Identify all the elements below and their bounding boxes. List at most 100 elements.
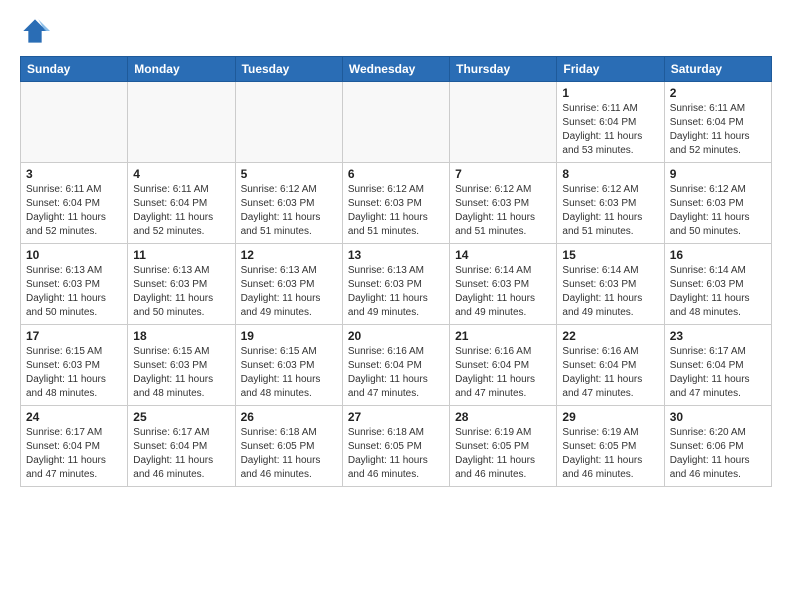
- day-info: Sunrise: 6:14 AM Sunset: 6:03 PM Dayligh…: [562, 264, 658, 320]
- calendar-day-cell: [235, 82, 342, 163]
- calendar-day-cell: 30 Sunrise: 6:20 AM Sunset: 6:06 PM Dayli…: [664, 406, 771, 487]
- weekday-header: Sunday: [21, 57, 128, 82]
- calendar-day-cell: 1 Sunrise: 6:11 AM Sunset: 6:04 PM Daylig…: [557, 82, 664, 163]
- calendar-day-cell: 7 Sunrise: 6:12 AM Sunset: 6:03 PM Daylig…: [450, 163, 557, 244]
- day-info: Sunrise: 6:15 AM Sunset: 6:03 PM Dayligh…: [133, 345, 229, 401]
- day-info: Sunrise: 6:12 AM Sunset: 6:03 PM Dayligh…: [670, 183, 766, 239]
- day-number: 15: [562, 248, 658, 262]
- day-info: Sunrise: 6:16 AM Sunset: 6:04 PM Dayligh…: [348, 345, 444, 401]
- calendar-day-cell: 11 Sunrise: 6:13 AM Sunset: 6:03 PM Dayli…: [128, 244, 235, 325]
- calendar-day-cell: 12 Sunrise: 6:13 AM Sunset: 6:03 PM Dayli…: [235, 244, 342, 325]
- calendar-day-cell: 15 Sunrise: 6:14 AM Sunset: 6:03 PM Dayli…: [557, 244, 664, 325]
- day-number: 22: [562, 329, 658, 343]
- weekday-header: Wednesday: [342, 57, 449, 82]
- day-number: 27: [348, 410, 444, 424]
- day-number: 18: [133, 329, 229, 343]
- day-info: Sunrise: 6:14 AM Sunset: 6:03 PM Dayligh…: [455, 264, 551, 320]
- day-info: Sunrise: 6:12 AM Sunset: 6:03 PM Dayligh…: [348, 183, 444, 239]
- day-number: 13: [348, 248, 444, 262]
- calendar-day-cell: [342, 82, 449, 163]
- day-info: Sunrise: 6:20 AM Sunset: 6:06 PM Dayligh…: [670, 426, 766, 482]
- day-number: 12: [241, 248, 337, 262]
- day-info: Sunrise: 6:16 AM Sunset: 6:04 PM Dayligh…: [455, 345, 551, 401]
- day-number: 7: [455, 167, 551, 181]
- day-info: Sunrise: 6:19 AM Sunset: 6:05 PM Dayligh…: [562, 426, 658, 482]
- calendar-day-cell: 5 Sunrise: 6:12 AM Sunset: 6:03 PM Daylig…: [235, 163, 342, 244]
- day-number: 20: [348, 329, 444, 343]
- day-number: 21: [455, 329, 551, 343]
- calendar-day-cell: 19Sunrise: 6:15 AM Sunset: 6:03 PM Dayli…: [235, 325, 342, 406]
- day-number: 5: [241, 167, 337, 181]
- calendar-day-cell: 17 Sunrise: 6:15 AM Sunset: 6:03 PM Dayli…: [21, 325, 128, 406]
- day-number: 10: [26, 248, 122, 262]
- day-number: 8: [562, 167, 658, 181]
- calendar-day-cell: 13 Sunrise: 6:13 AM Sunset: 6:03 PM Dayli…: [342, 244, 449, 325]
- calendar-day-cell: 27 Sunrise: 6:18 AM Sunset: 6:05 PM Dayli…: [342, 406, 449, 487]
- day-info: Sunrise: 6:19 AM Sunset: 6:05 PM Dayligh…: [455, 426, 551, 482]
- calendar-week-row: 24 Sunrise: 6:17 AM Sunset: 6:04 PM Dayli…: [21, 406, 772, 487]
- calendar-day-cell: 18 Sunrise: 6:15 AM Sunset: 6:03 PM Dayli…: [128, 325, 235, 406]
- logo-icon: [20, 16, 50, 46]
- calendar-day-cell: 21 Sunrise: 6:16 AM Sunset: 6:04 PM Dayli…: [450, 325, 557, 406]
- day-number: 23: [670, 329, 766, 343]
- day-number: 9: [670, 167, 766, 181]
- calendar-day-cell: 2 Sunrise: 6:11 AM Sunset: 6:04 PM Daylig…: [664, 82, 771, 163]
- day-info: Sunrise: 6:11 AM Sunset: 6:04 PM Dayligh…: [133, 183, 229, 239]
- day-info: Sunrise: 6:12 AM Sunset: 6:03 PM Dayligh…: [241, 183, 337, 239]
- header: [20, 16, 772, 46]
- calendar-day-cell: 23 Sunrise: 6:17 AM Sunset: 6:04 PM Dayli…: [664, 325, 771, 406]
- calendar-week-row: 1 Sunrise: 6:11 AM Sunset: 6:04 PM Daylig…: [21, 82, 772, 163]
- day-number: 2: [670, 86, 766, 100]
- day-info: Sunrise: 6:12 AM Sunset: 6:03 PM Dayligh…: [455, 183, 551, 239]
- calendar-day-cell: 6 Sunrise: 6:12 AM Sunset: 6:03 PM Daylig…: [342, 163, 449, 244]
- day-info: Sunrise: 6:11 AM Sunset: 6:04 PM Dayligh…: [26, 183, 122, 239]
- calendar-week-row: 10 Sunrise: 6:13 AM Sunset: 6:03 PM Dayli…: [21, 244, 772, 325]
- calendar-day-cell: 14 Sunrise: 6:14 AM Sunset: 6:03 PM Dayli…: [450, 244, 557, 325]
- calendar-week-row: 3 Sunrise: 6:11 AM Sunset: 6:04 PM Daylig…: [21, 163, 772, 244]
- day-number: 30: [670, 410, 766, 424]
- day-number: 1: [562, 86, 658, 100]
- day-number: 4: [133, 167, 229, 181]
- calendar-day-cell: 9 Sunrise: 6:12 AM Sunset: 6:03 PM Daylig…: [664, 163, 771, 244]
- day-number: 17: [26, 329, 122, 343]
- weekday-header: Tuesday: [235, 57, 342, 82]
- day-number: 26: [241, 410, 337, 424]
- weekday-header: Monday: [128, 57, 235, 82]
- day-info: Sunrise: 6:13 AM Sunset: 6:03 PM Dayligh…: [241, 264, 337, 320]
- calendar-week-row: 17 Sunrise: 6:15 AM Sunset: 6:03 PM Dayli…: [21, 325, 772, 406]
- calendar-day-cell: 8 Sunrise: 6:12 AM Sunset: 6:03 PM Daylig…: [557, 163, 664, 244]
- calendar-day-cell: 25 Sunrise: 6:17 AM Sunset: 6:04 PM Dayli…: [128, 406, 235, 487]
- calendar-day-cell: [128, 82, 235, 163]
- day-info: Sunrise: 6:17 AM Sunset: 6:04 PM Dayligh…: [26, 426, 122, 482]
- calendar-day-cell: [21, 82, 128, 163]
- day-info: Sunrise: 6:16 AM Sunset: 6:04 PM Dayligh…: [562, 345, 658, 401]
- calendar-day-cell: 20 Sunrise: 6:16 AM Sunset: 6:04 PM Dayli…: [342, 325, 449, 406]
- day-info: Sunrise: 6:15 AM Sunset: 6:03 PM Dayligh…: [26, 345, 122, 401]
- calendar-day-cell: 22 Sunrise: 6:16 AM Sunset: 6:04 PM Dayli…: [557, 325, 664, 406]
- day-info: Sunrise: 6:17 AM Sunset: 6:04 PM Dayligh…: [133, 426, 229, 482]
- day-info: Sunrise: 6:13 AM Sunset: 6:03 PM Dayligh…: [133, 264, 229, 320]
- weekday-header: Thursday: [450, 57, 557, 82]
- day-number: 25: [133, 410, 229, 424]
- calendar-day-cell: 16Sunrise: 6:14 AM Sunset: 6:03 PM Dayli…: [664, 244, 771, 325]
- day-info: Sunrise: 6:11 AM Sunset: 6:04 PM Dayligh…: [670, 102, 766, 158]
- calendar-day-cell: [450, 82, 557, 163]
- day-number: 28: [455, 410, 551, 424]
- day-number: 14: [455, 248, 551, 262]
- calendar-table: SundayMondayTuesdayWednesdayThursdayFrid…: [20, 56, 772, 487]
- day-info: Sunrise: 6:12 AM Sunset: 6:03 PM Dayligh…: [562, 183, 658, 239]
- day-info: Sunrise: 6:11 AM Sunset: 6:04 PM Dayligh…: [562, 102, 658, 158]
- day-info: Sunrise: 6:17 AM Sunset: 6:04 PM Dayligh…: [670, 345, 766, 401]
- weekday-header: Friday: [557, 57, 664, 82]
- day-info: Sunrise: 6:18 AM Sunset: 6:05 PM Dayligh…: [348, 426, 444, 482]
- day-number: 24: [26, 410, 122, 424]
- day-number: 6: [348, 167, 444, 181]
- day-number: 3: [26, 167, 122, 181]
- page: SundayMondayTuesdayWednesdayThursdayFrid…: [0, 0, 792, 503]
- day-number: 11: [133, 248, 229, 262]
- day-info: Sunrise: 6:14 AM Sunset: 6:03 PM Dayligh…: [670, 264, 766, 320]
- calendar-day-cell: 10Sunrise: 6:13 AM Sunset: 6:03 PM Dayli…: [21, 244, 128, 325]
- day-info: Sunrise: 6:13 AM Sunset: 6:03 PM Dayligh…: [348, 264, 444, 320]
- calendar-day-cell: 28 Sunrise: 6:19 AM Sunset: 6:05 PM Dayli…: [450, 406, 557, 487]
- logo: [20, 16, 54, 46]
